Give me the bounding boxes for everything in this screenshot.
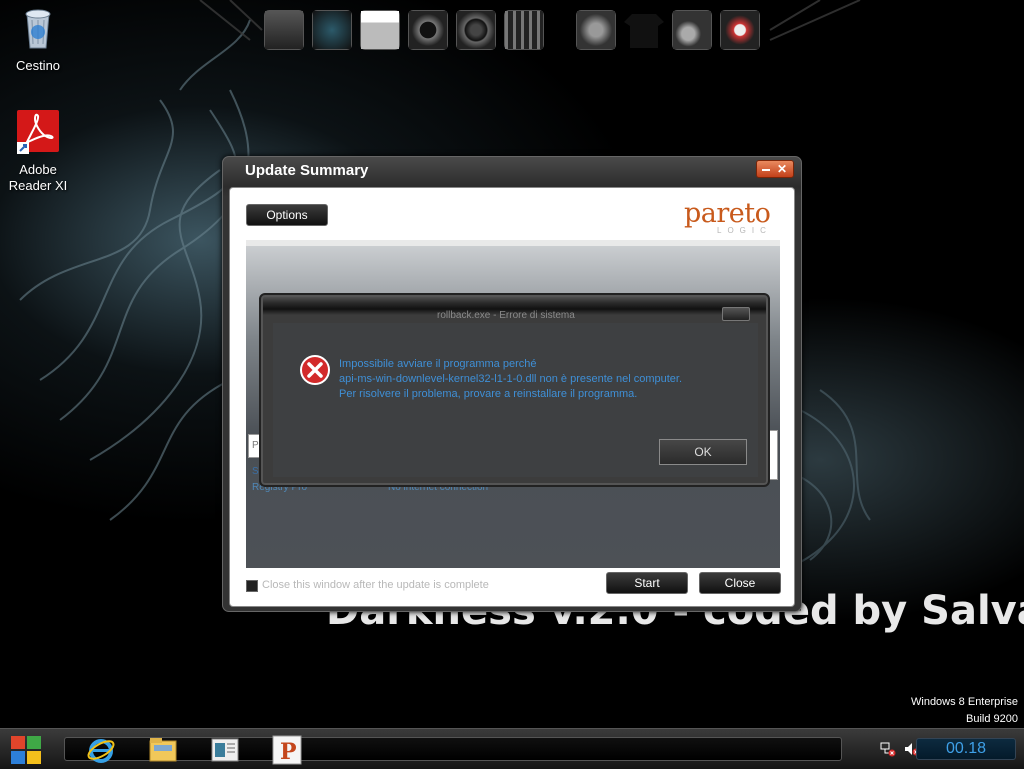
error-dialog-body: Impossibile avviare il programma perché … bbox=[273, 323, 758, 477]
os-edition-text: Windows 8 Enterprise bbox=[911, 696, 1018, 708]
desktop-icon-label: Adobe Reader XI bbox=[8, 162, 68, 193]
start-button-windows-icon[interactable] bbox=[10, 735, 42, 765]
internet-explorer-icon[interactable] bbox=[86, 735, 116, 765]
taskbar: P bbox=[0, 728, 1024, 769]
error-message-line-1: Impossibile avviare il programma perché bbox=[339, 358, 537, 370]
dock-tshirt-icon[interactable] bbox=[624, 10, 664, 50]
dock-power-icon[interactable] bbox=[720, 10, 760, 50]
dock-speaker-icon[interactable] bbox=[456, 10, 496, 50]
error-message-line-3: Per risolvere il problema, provare a rei… bbox=[339, 388, 638, 400]
close-icon[interactable]: ✕ bbox=[777, 161, 787, 177]
desktop-icon-recycle-bin[interactable]: Cestino bbox=[0, 6, 76, 74]
system-error-dialog: rollback.exe - Errore di sistema Impossi… bbox=[259, 293, 770, 487]
dock-folder-icon[interactable] bbox=[360, 10, 400, 50]
brand-subtitle: LOGIC bbox=[717, 226, 772, 235]
ok-button[interactable]: OK bbox=[659, 439, 747, 465]
window-title: Update Summary bbox=[245, 162, 369, 179]
taskbar-track bbox=[64, 737, 842, 761]
options-button[interactable]: Options bbox=[246, 204, 328, 226]
product-name-text: P bbox=[252, 440, 259, 451]
dock-media-icon[interactable] bbox=[408, 10, 448, 50]
close-after-update-checkbox[interactable] bbox=[246, 580, 258, 592]
pareto-logic-icon[interactable]: P bbox=[272, 735, 302, 765]
close-after-update-label: Close this window after the update is co… bbox=[262, 579, 489, 591]
window-controls: ✕ bbox=[756, 160, 794, 178]
dock-system-icon[interactable] bbox=[312, 10, 352, 50]
error-message-line-2: api-ms-win-downlevel-kernel32-l1-1-0.dll… bbox=[339, 373, 683, 385]
file-explorer-icon[interactable] bbox=[148, 735, 178, 765]
dock-equalizer-icon[interactable] bbox=[504, 10, 544, 50]
minimize-icon[interactable] bbox=[762, 169, 770, 171]
error-dialog-close-button[interactable] bbox=[722, 307, 750, 321]
error-dialog-title: rollback.exe - Errore di sistema bbox=[437, 310, 575, 321]
start-button[interactable]: Start bbox=[606, 572, 688, 594]
product-status-text: S bbox=[252, 466, 259, 477]
adobe-reader-icon bbox=[17, 110, 59, 154]
dock-monitor-icon[interactable] bbox=[264, 10, 304, 50]
dock-browser-icon[interactable] bbox=[576, 10, 616, 50]
close-button[interactable]: Close bbox=[699, 572, 781, 594]
error-icon bbox=[300, 355, 330, 385]
panel-header-strip bbox=[246, 240, 780, 246]
network-error-icon[interactable] bbox=[880, 741, 896, 757]
desktop-icon-label: Cestino bbox=[15, 58, 61, 73]
taskbar-clock[interactable]: 00.18 bbox=[916, 738, 1016, 760]
recycle-bin-icon bbox=[25, 9, 51, 49]
svg-text:P: P bbox=[280, 739, 297, 765]
desktop-icon-adobe-reader[interactable]: Adobe Reader XI bbox=[0, 110, 76, 194]
brand-logo: pareto bbox=[684, 198, 771, 229]
dock-tools-icon[interactable] bbox=[672, 10, 712, 50]
document-viewer-icon[interactable] bbox=[210, 735, 240, 765]
top-dock bbox=[258, 4, 768, 54]
error-message: Impossibile avviare il programma perché … bbox=[339, 357, 682, 402]
os-build-text: Build 9200 bbox=[966, 713, 1018, 725]
